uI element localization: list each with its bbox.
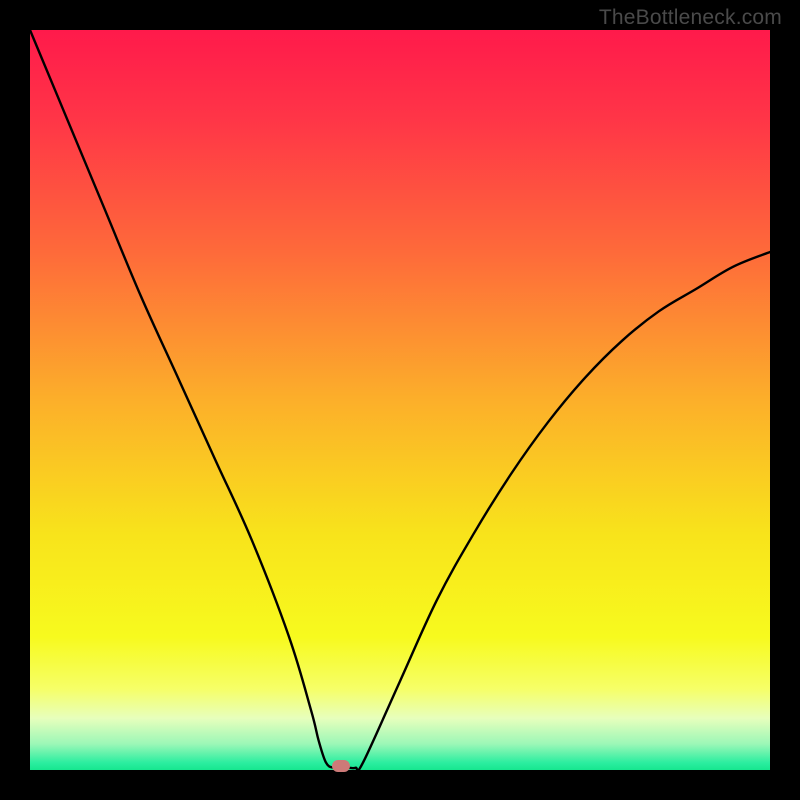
chart-area: [30, 30, 770, 770]
bottleneck-marker: [332, 760, 350, 772]
chart-curve: [30, 30, 770, 770]
watermark-text: TheBottleneck.com: [599, 6, 782, 30]
